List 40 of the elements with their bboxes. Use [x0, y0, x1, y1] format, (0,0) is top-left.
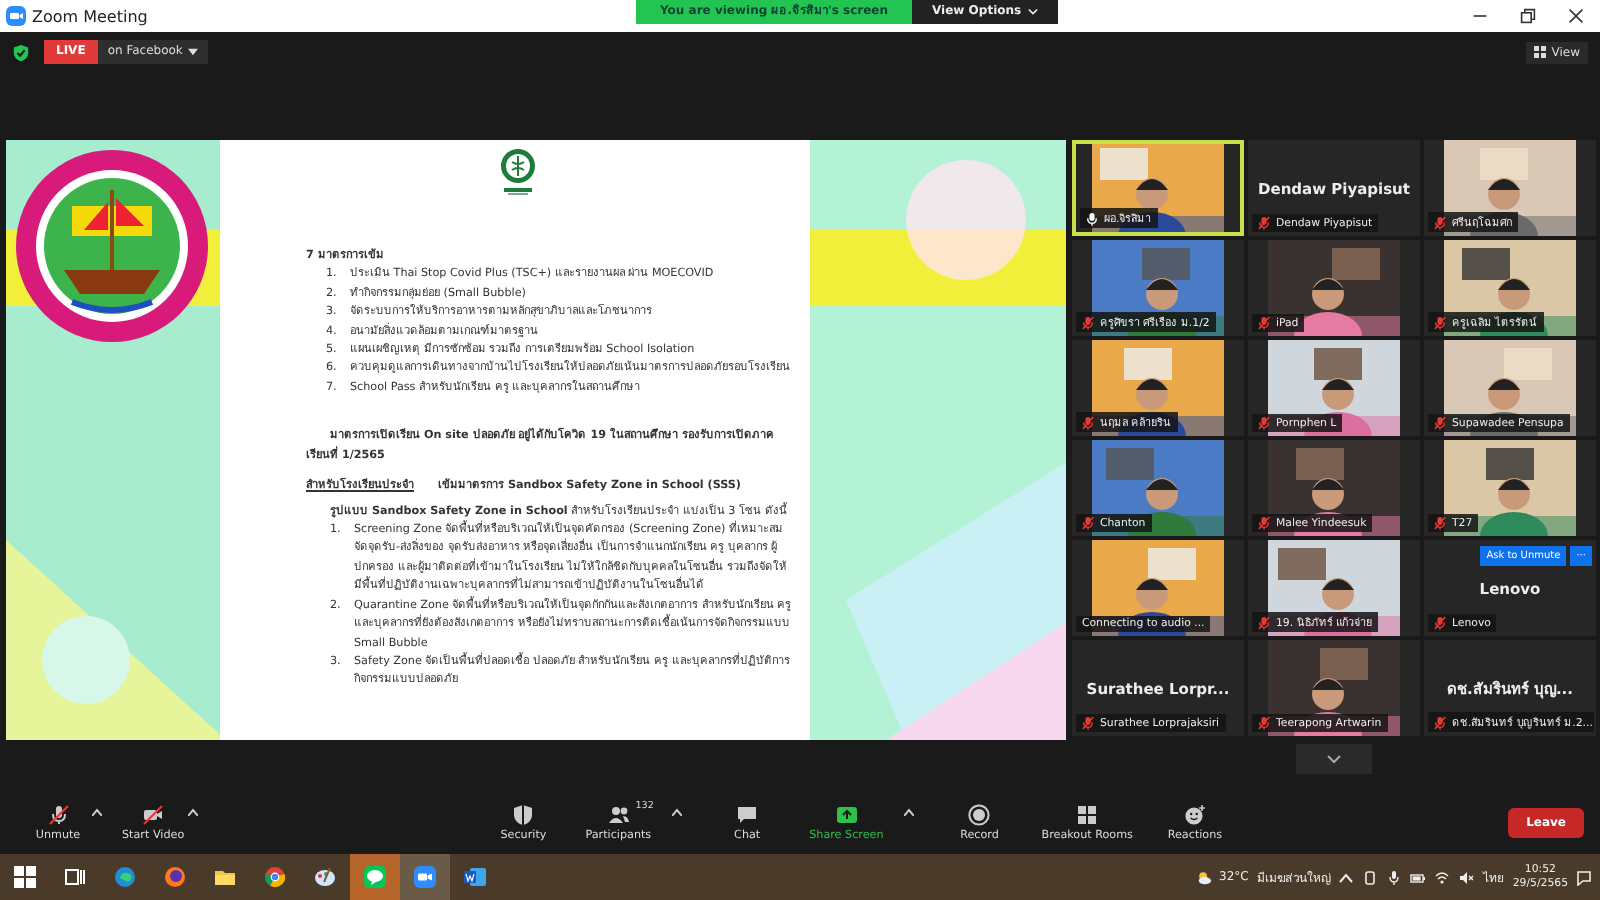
window-title: Zoom Meeting	[32, 7, 148, 25]
speaker-muted-icon[interactable]	[1458, 869, 1475, 885]
browser-icon[interactable]	[264, 866, 286, 888]
device-icon[interactable]	[1362, 869, 1379, 885]
camera-off-icon	[142, 803, 165, 825]
weather-cloud-icon[interactable]	[1195, 869, 1212, 885]
start-icon[interactable]	[14, 866, 36, 888]
people-icon	[607, 803, 630, 825]
restore-icon[interactable]	[1520, 8, 1536, 24]
record-icon	[968, 803, 991, 825]
security-shield-icon	[12, 43, 30, 61]
folder-icon[interactable]	[214, 866, 236, 888]
notification-icon[interactable]	[1576, 869, 1592, 885]
video-app-icon[interactable]	[414, 866, 436, 888]
muted-mic-icon	[47, 803, 69, 825]
wifi-icon[interactable]	[1434, 869, 1451, 885]
battery-icon[interactable]	[1410, 869, 1427, 885]
palette-icon[interactable]	[314, 866, 336, 888]
chat-app-icon[interactable]	[364, 866, 386, 888]
close-icon[interactable]	[1568, 8, 1584, 24]
caret-up-icon[interactable]	[903, 808, 914, 816]
mic-icon[interactable]	[1386, 869, 1403, 885]
grid-squares-icon	[1076, 803, 1099, 825]
app-logo	[6, 6, 26, 26]
share-arrow-icon	[835, 803, 858, 825]
chevron-down-icon	[1027, 8, 1038, 16]
ministry-logo	[496, 148, 540, 196]
chevron-down-icon	[1326, 754, 1342, 764]
task-view-icon[interactable]	[64, 866, 86, 888]
document-app-icon[interactable]	[464, 866, 486, 888]
smiley-icon	[1183, 803, 1206, 825]
caret-icon	[188, 48, 199, 56]
browser-icon[interactable]	[114, 866, 136, 888]
shield-icon	[512, 803, 535, 825]
browser-icon[interactable]	[164, 866, 186, 888]
grid-icon	[1533, 46, 1546, 58]
chat-bubble-icon	[736, 803, 759, 825]
caret-up-icon[interactable]	[92, 808, 102, 816]
caret-up-icon[interactable]	[188, 808, 199, 816]
caret-up-icon[interactable]	[671, 808, 682, 816]
